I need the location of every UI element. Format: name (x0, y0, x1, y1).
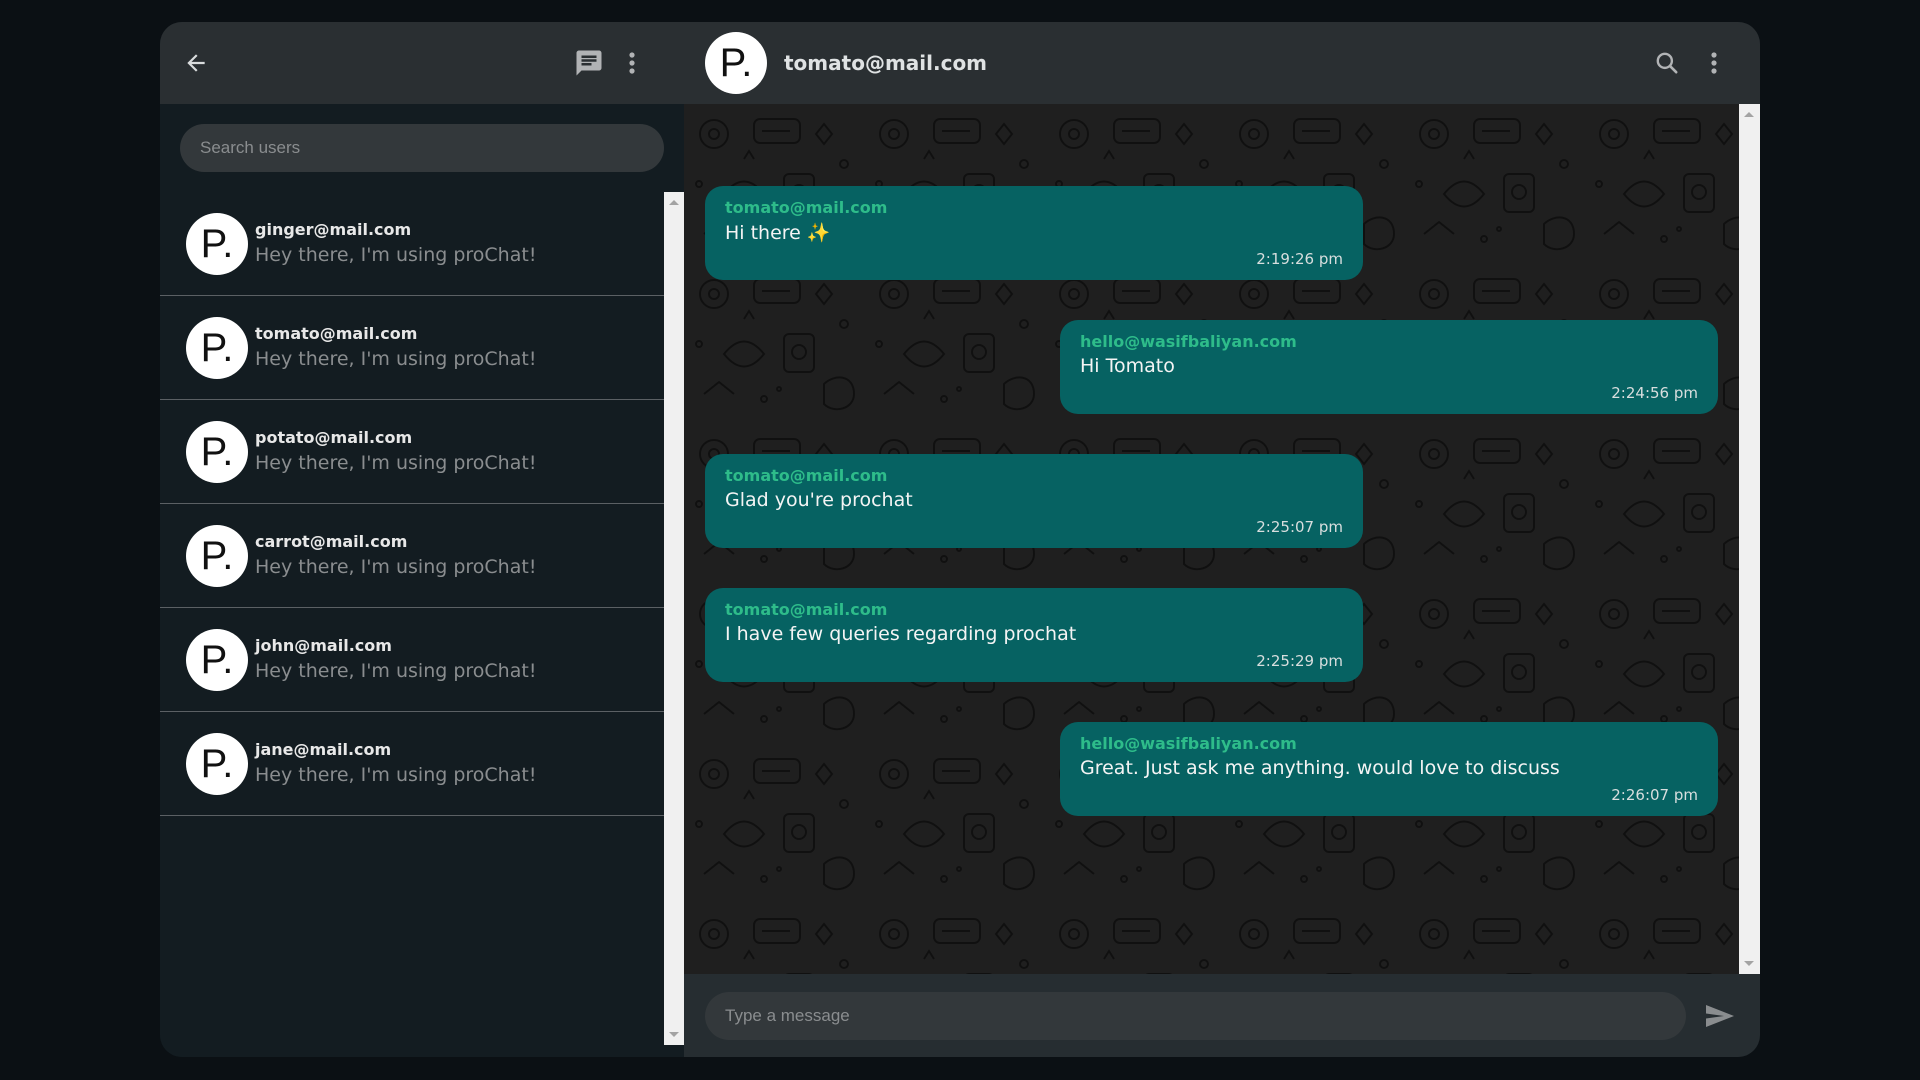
message-sender: tomato@mail.com (725, 466, 888, 485)
user-email: ginger@mail.com (255, 220, 412, 239)
sidebar-menu-button[interactable] (622, 46, 642, 80)
user-list-item[interactable]: P. potato@mail.com Hey there, I'm using … (160, 400, 664, 504)
new-chat-button[interactable] (572, 46, 606, 80)
user-email: carrot@mail.com (255, 532, 408, 551)
contact-avatar[interactable]: P. (705, 32, 767, 94)
message-text: Hi Tomato (1080, 355, 1175, 377)
sidebar: P. ginger@mail.com Hey there, I'm using … (160, 22, 684, 1057)
scroll-down-arrow-icon[interactable] (1744, 961, 1754, 966)
message-bubble-received: tomato@mail.com I have few queries regar… (705, 588, 1363, 682)
user-status: Hey there, I'm using proChat! (255, 348, 537, 370)
message-sender: hello@wasifbaliyan.com (1080, 734, 1297, 753)
send-button[interactable] (1700, 996, 1740, 1036)
chat-contact-name: tomato@mail.com (784, 51, 988, 75)
message-text: Hi there ✨ (725, 222, 831, 244)
search-messages-button[interactable] (1650, 46, 1684, 80)
message-area: tomato@mail.com Hi there ✨ 2:19:26 pm he… (684, 104, 1739, 974)
user-status: Hey there, I'm using proChat! (255, 452, 537, 474)
scroll-down-arrow-icon[interactable] (669, 1032, 679, 1037)
message-timestamp: 2:25:07 pm (1256, 518, 1343, 536)
user-list: P. ginger@mail.com Hey there, I'm using … (160, 192, 664, 1045)
message-timestamp: 2:25:29 pm (1256, 652, 1343, 670)
chat-menu-button[interactable] (1704, 46, 1724, 80)
message-sender: tomato@mail.com (725, 198, 888, 217)
back-button[interactable] (180, 47, 212, 79)
arrow-left-icon (187, 54, 205, 72)
message-bubble-received: tomato@mail.com Glad you're prochat 2:25… (705, 454, 1363, 548)
message-timestamp: 2:24:56 pm (1611, 384, 1698, 402)
user-list-item[interactable]: P. ginger@mail.com Hey there, I'm using … (160, 192, 664, 296)
more-vertical-icon (629, 52, 635, 74)
message-bubble-sent: hello@wasifbaliyan.com Great. Just ask m… (1060, 722, 1718, 816)
scroll-up-arrow-icon[interactable] (1744, 112, 1754, 117)
message-timestamp: 2:26:07 pm (1611, 786, 1698, 804)
message-text: Glad you're prochat (725, 489, 913, 511)
scroll-up-arrow-icon[interactable] (669, 200, 679, 205)
more-vertical-icon (1711, 52, 1717, 74)
message-text: Great. Just ask me anything. would love … (1080, 757, 1560, 779)
avatar: P. (186, 629, 248, 691)
chat-header: P. tomato@mail.com (684, 22, 1760, 104)
message-icon (576, 50, 602, 76)
search-icon (1656, 52, 1678, 74)
user-status: Hey there, I'm using proChat! (255, 556, 537, 578)
message-bubble-sent: hello@wasifbaliyan.com Hi Tomato 2:24:56… (1060, 320, 1718, 414)
avatar: P. (186, 733, 248, 795)
message-input[interactable] (705, 992, 1686, 1040)
search-container (160, 104, 684, 192)
message-text: I have few queries regarding prochat (725, 623, 1077, 645)
sidebar-header (160, 22, 684, 104)
message-area-scrollbar[interactable] (1739, 104, 1760, 974)
avatar: P. (186, 317, 248, 379)
user-list-item[interactable]: P. jane@mail.com Hey there, I'm using pr… (160, 712, 664, 816)
user-email: tomato@mail.com (255, 324, 418, 343)
user-list-item[interactable]: P. tomato@mail.com Hey there, I'm using … (160, 296, 664, 400)
message-composer (684, 974, 1760, 1057)
user-status: Hey there, I'm using proChat! (255, 660, 537, 682)
user-status: Hey there, I'm using proChat! (255, 244, 537, 266)
search-users-input[interactable] (180, 124, 664, 172)
user-email: jane@mail.com (255, 740, 392, 759)
avatar: P. (186, 525, 248, 587)
chat-panel: P. tomato@mail.com tomato@mail.com Hi th… (684, 22, 1760, 1057)
user-list-item[interactable]: P. carrot@mail.com Hey there, I'm using … (160, 504, 664, 608)
user-email: potato@mail.com (255, 428, 413, 447)
user-list-scrollbar[interactable] (664, 192, 684, 1045)
avatar: P. (186, 421, 248, 483)
user-list-item[interactable]: P. john@mail.com Hey there, I'm using pr… (160, 608, 664, 712)
user-status: Hey there, I'm using proChat! (255, 764, 537, 786)
message-bubble-received: tomato@mail.com Hi there ✨ 2:19:26 pm (705, 186, 1363, 280)
message-sender: hello@wasifbaliyan.com (1080, 332, 1297, 351)
send-icon (1706, 1005, 1734, 1027)
message-sender: tomato@mail.com (725, 600, 888, 619)
message-timestamp: 2:19:26 pm (1256, 250, 1343, 268)
user-email: john@mail.com (255, 636, 392, 655)
chat-app-window: P. ginger@mail.com Hey there, I'm using … (160, 22, 1760, 1057)
avatar: P. (186, 213, 248, 275)
